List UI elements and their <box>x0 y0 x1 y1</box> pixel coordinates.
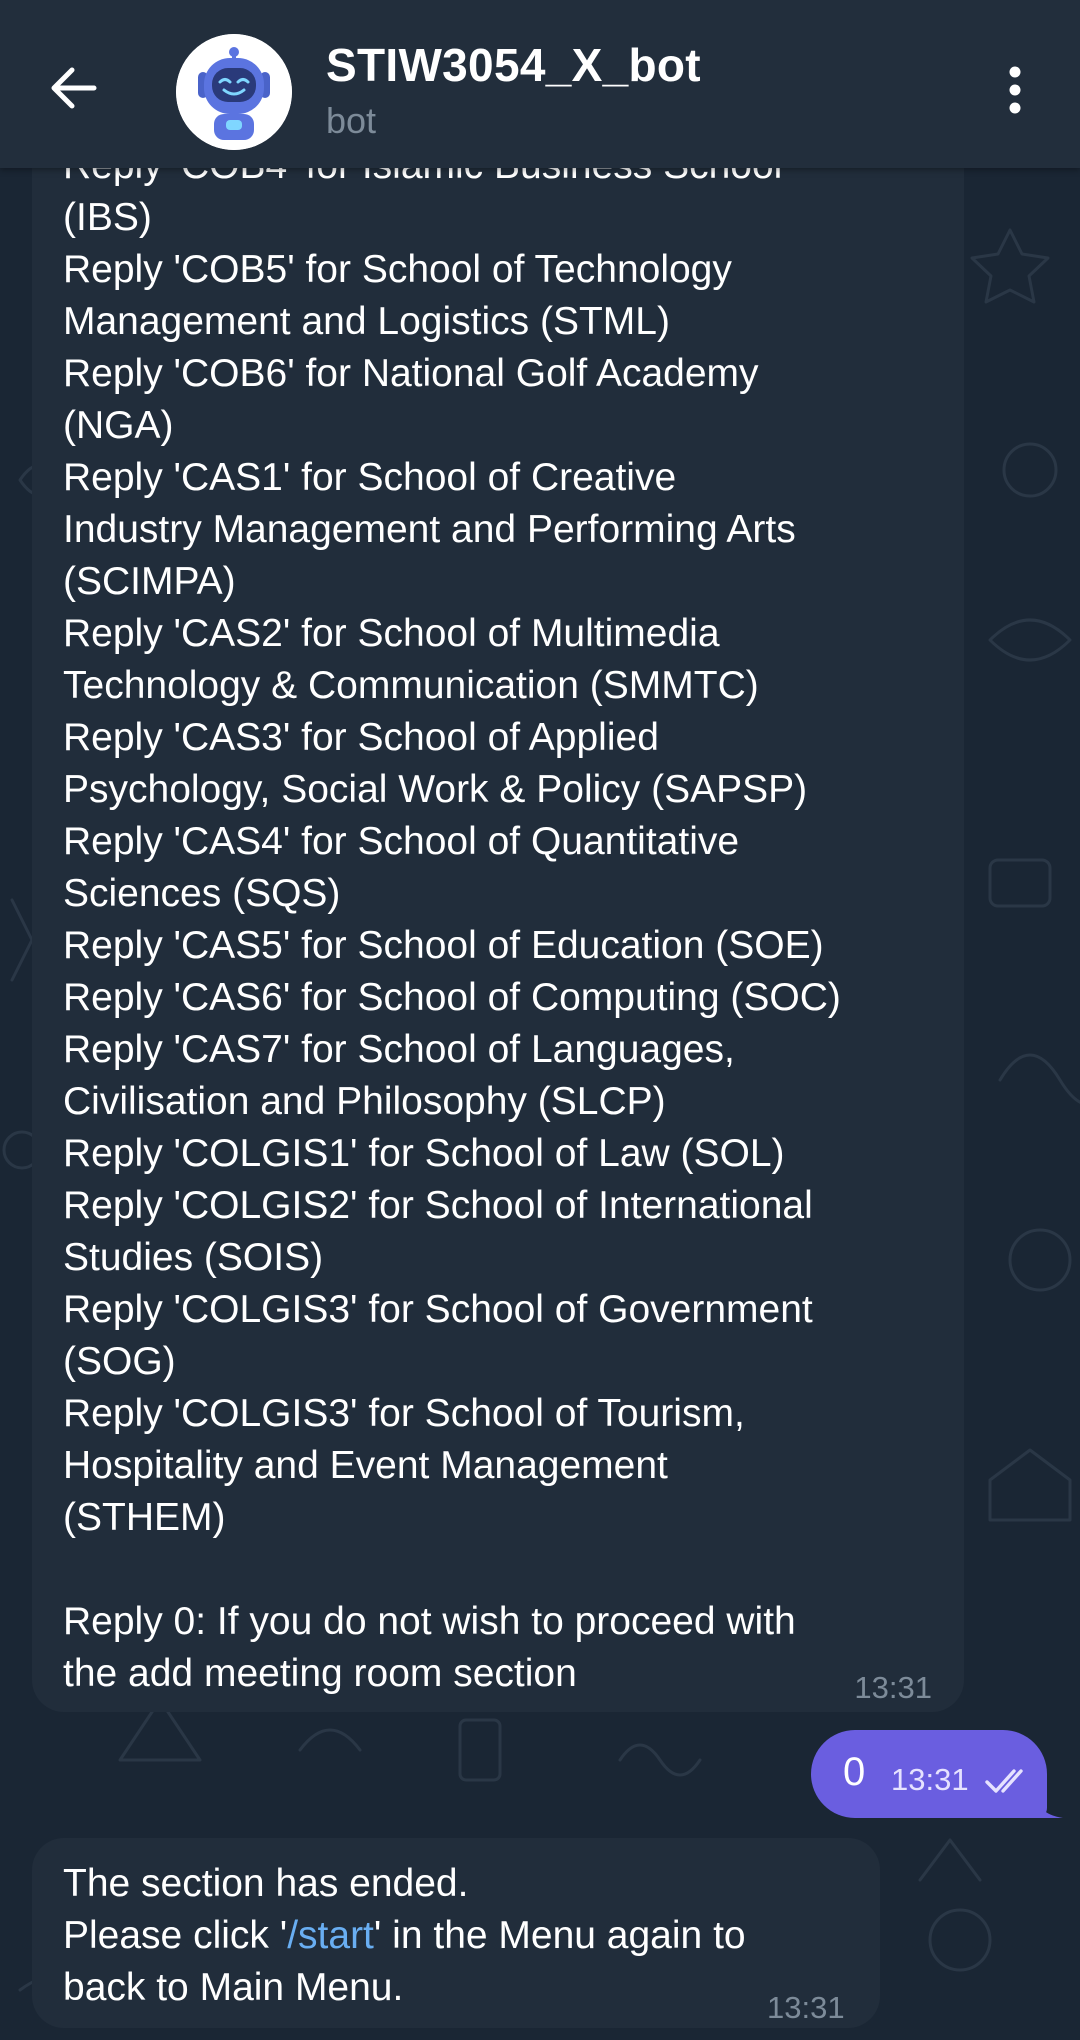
incoming-message-bubble[interactable]: Reply 'COB4' for Islamic Business School… <box>32 100 964 1712</box>
incoming-message-bubble[interactable]: The section has ended. Please click '/st… <box>32 1838 880 2028</box>
more-vertical-icon[interactable] <box>990 60 1040 120</box>
outgoing-message-bubble[interactable]: 0 13:31 <box>811 1730 1063 1818</box>
robot-avatar-icon <box>176 34 292 150</box>
double-check-icon <box>985 1769 1023 1793</box>
chat-title: STIW3054_X_bot <box>326 39 701 91</box>
chat-subtitle: bot <box>326 100 377 141</box>
chat-header: STIW3054_X_bot bot <box>0 0 1080 168</box>
message-timestamp: 13:31 <box>767 1990 845 2025</box>
arrow-left-icon[interactable] <box>44 58 104 118</box>
message-text: Reply 'COB4' for Islamic Business School… <box>63 144 841 1695</box>
start-command-link[interactable]: /start <box>287 1914 374 1957</box>
bubble-tail <box>1033 1788 1063 1818</box>
message-text: 0 <box>843 1750 866 1794</box>
message-timestamp: 13:31 <box>891 1762 969 1797</box>
message-timestamp: 13:31 <box>854 1670 932 1705</box>
bot-avatar[interactable] <box>176 34 292 150</box>
message-text: The section has ended. Please click '/st… <box>63 1858 883 2014</box>
